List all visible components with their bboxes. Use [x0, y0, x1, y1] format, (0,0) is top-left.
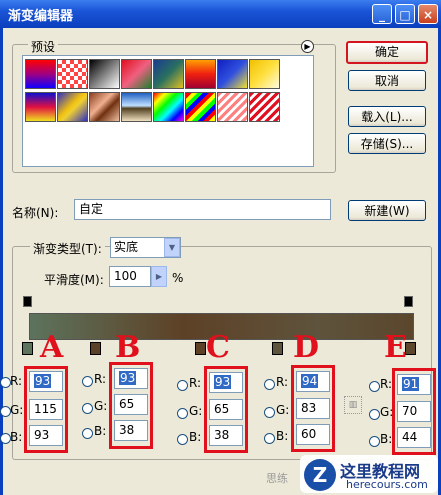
preset-swatch[interactable] — [121, 92, 152, 122]
panel-letter-e: E — [384, 330, 407, 365]
r-value-b: 93 — [119, 371, 137, 385]
r-label: R: — [276, 375, 289, 389]
r-value-e: 91 — [402, 377, 420, 391]
b-label: B: — [380, 432, 393, 446]
r-input-b[interactable]: 93 — [114, 368, 148, 389]
radio-b[interactable] — [264, 433, 275, 444]
radio-g[interactable] — [82, 403, 93, 414]
radio-b[interactable] — [177, 434, 188, 445]
b-input-c[interactable]: 38 — [209, 425, 243, 446]
b-input-d[interactable]: 60 — [296, 424, 330, 445]
name-label: 名称(N): — [12, 206, 59, 220]
preset-swatch[interactable] — [89, 92, 120, 122]
smoothness-label: 平滑度(M): — [44, 273, 104, 287]
preset-swatch[interactable] — [153, 92, 184, 122]
g-label: G: — [94, 399, 108, 413]
g-label: G: — [10, 403, 24, 417]
g-input-c[interactable]: 65 — [209, 399, 243, 420]
smoothness-input[interactable]: 100 — [109, 266, 151, 287]
window-title: 渐变编辑器 — [8, 9, 74, 24]
radio-b[interactable] — [369, 436, 380, 447]
cancel-button[interactable]: 取消 — [348, 70, 426, 91]
b-input-b[interactable]: 38 — [114, 420, 148, 441]
radio-g[interactable] — [369, 409, 380, 420]
color-stop[interactable] — [195, 342, 206, 355]
preset-swatch[interactable] — [25, 92, 56, 122]
b-label: B: — [189, 430, 202, 444]
link-icon: ▥ — [344, 396, 362, 414]
name-field[interactable]: 自定 — [74, 199, 331, 220]
watermark-left-text: 思练 — [266, 472, 288, 485]
r-label: R: — [10, 374, 23, 388]
radio-g[interactable] — [264, 407, 275, 418]
g-input-b[interactable]: 65 — [114, 394, 148, 415]
b-label: B: — [276, 429, 289, 443]
panel-letter-b: B — [115, 330, 141, 365]
gradient-type-label: 渐变类型(T): — [30, 240, 105, 257]
radio-r[interactable] — [264, 379, 275, 390]
watermark-logo-icon: Z — [304, 459, 336, 491]
radio-b[interactable] — [82, 428, 93, 439]
g-input-a[interactable]: 115 — [29, 399, 63, 420]
save-button[interactable]: 存储(S)... — [348, 133, 426, 154]
r-input-a[interactable]: 93 — [29, 371, 63, 392]
radio-r[interactable] — [82, 376, 93, 387]
preset-swatch[interactable] — [57, 59, 88, 89]
g-input-e[interactable]: 70 — [397, 401, 431, 422]
r-input-e[interactable]: 91 — [397, 374, 431, 395]
b-label: B: — [10, 430, 23, 444]
load-button[interactable]: 载入(L)... — [348, 106, 426, 127]
watermark-url: herecours.com — [346, 478, 428, 491]
r-label: R: — [380, 377, 393, 391]
preset-swatch[interactable] — [153, 59, 184, 89]
panel-letter-a: A — [40, 330, 64, 365]
r-label: R: — [189, 376, 202, 390]
r-label: R: — [94, 372, 107, 386]
preset-swatch[interactable] — [25, 59, 56, 89]
panel-letter-d: D — [293, 330, 320, 365]
radio-g[interactable] — [177, 408, 188, 419]
radio-r[interactable] — [369, 381, 380, 392]
ok-button[interactable]: 确定 — [346, 41, 428, 64]
maximize-button[interactable]: □ — [395, 4, 415, 24]
g-label: G: — [189, 404, 203, 418]
smoothness-slider-icon[interactable]: ▶ — [151, 266, 167, 287]
preset-swatch[interactable] — [57, 92, 88, 122]
r-value-c: 93 — [214, 375, 232, 389]
preset-swatch[interactable] — [249, 59, 280, 89]
panel-letter-c: C — [206, 330, 230, 365]
b-input-a[interactable]: 93 — [29, 425, 63, 446]
smoothness-unit: % — [172, 271, 184, 285]
r-input-c[interactable]: 93 — [209, 372, 243, 393]
opacity-stop-right[interactable] — [404, 296, 413, 307]
r-value-d: 94 — [301, 374, 319, 388]
opacity-stop-left[interactable] — [23, 296, 32, 307]
color-stop[interactable] — [272, 342, 283, 355]
preset-swatch[interactable] — [217, 59, 248, 89]
preset-swatch[interactable] — [249, 92, 280, 122]
close-button[interactable]: × — [418, 4, 438, 24]
presets-menu-icon[interactable]: ▶ — [301, 40, 314, 53]
r-input-d[interactable]: 94 — [296, 371, 330, 392]
chevron-down-icon[interactable]: ▼ — [164, 238, 180, 257]
preset-swatch[interactable] — [185, 59, 216, 89]
r-value-a: 93 — [34, 374, 52, 388]
color-stop[interactable] — [22, 342, 33, 355]
preset-swatch[interactable] — [185, 92, 216, 122]
g-label: G: — [276, 403, 290, 417]
g-input-d[interactable]: 83 — [296, 398, 330, 419]
preset-swatch[interactable] — [121, 59, 152, 89]
b-input-e[interactable]: 44 — [397, 427, 431, 448]
b-label: B: — [94, 424, 107, 438]
color-stop[interactable] — [90, 342, 101, 355]
new-button[interactable]: 新建(W) — [348, 200, 426, 221]
preset-swatch[interactable] — [217, 92, 248, 122]
minimize-button[interactable]: _ — [372, 4, 392, 24]
presets-label: 预设 — [28, 38, 59, 55]
preset-swatch[interactable] — [89, 59, 120, 89]
radio-r[interactable] — [177, 380, 188, 391]
